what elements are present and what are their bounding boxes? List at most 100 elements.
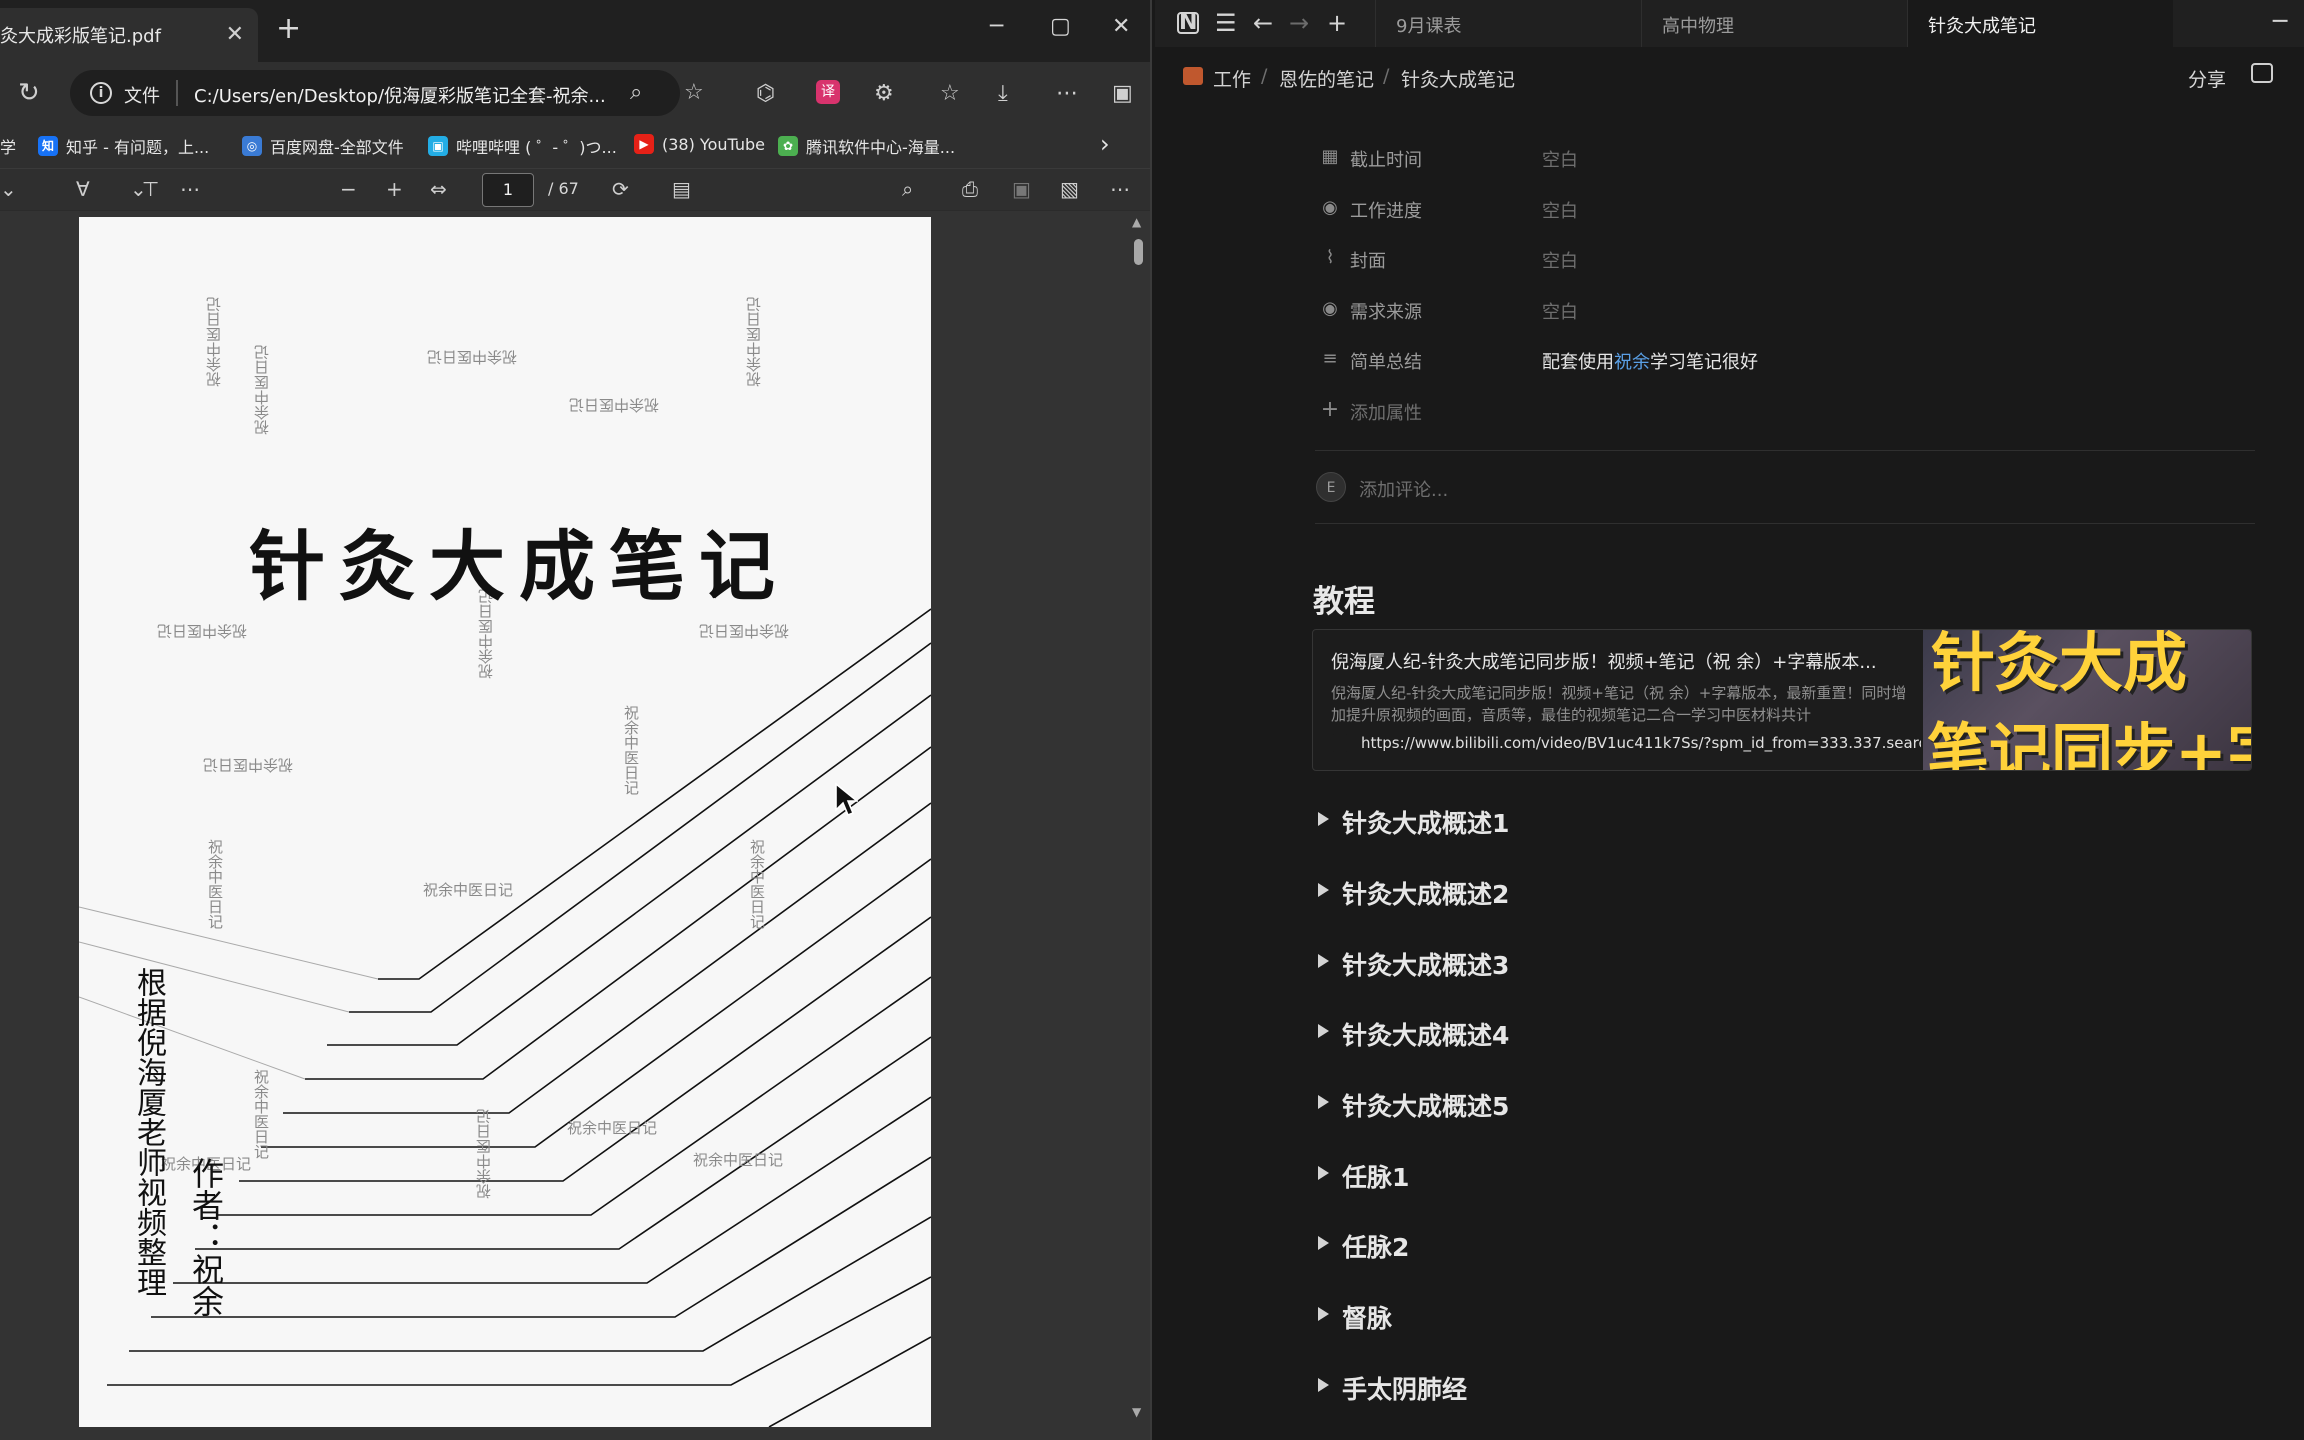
search-icon[interactable]: ⌕ <box>902 177 913 201</box>
breadcrumb-work[interactable]: 工作 <box>1213 65 1251 92</box>
forward-arrow-icon[interactable]: → <box>1289 10 1309 36</box>
toggle-arrow-icon[interactable] <box>1318 883 1329 897</box>
add-comment-input[interactable]: 添加评论... <box>1359 476 1448 502</box>
zoom-in-icon[interactable]: + <box>386 177 403 201</box>
toggle-block[interactable]: 任脉2 <box>1318 1224 2218 1268</box>
zoom-icon[interactable]: ⌕ <box>630 80 642 105</box>
notion-minimize-button[interactable]: ─ <box>2273 8 2287 34</box>
property-value[interactable]: 空白 <box>1542 298 1578 324</box>
pdf-scrollbar[interactable]: ▲ ▼ <box>1130 211 1148 1440</box>
refresh-icon[interactable]: ↻ <box>18 80 40 106</box>
toggle-block[interactable]: 任脉1 <box>1318 1154 2218 1198</box>
property-value[interactable]: 空白 <box>1542 197 1578 223</box>
favorite-item-tencent[interactable]: ✿ 腾讯软件中心-海量... <box>778 134 955 158</box>
property-cover[interactable]: ⌇ 封面 空白 <box>1320 240 2120 280</box>
mouse-cursor-icon <box>835 782 858 817</box>
scroll-up-icon[interactable]: ▲ <box>1132 215 1141 229</box>
close-window-button[interactable]: ✕ <box>1112 14 1130 39</box>
page-number-input[interactable]: 1 <box>482 173 534 207</box>
toggle-label: 针灸大成概述5 <box>1342 1092 1510 1121</box>
property-name: 需求来源 <box>1350 302 1422 323</box>
bookmark-card[interactable]: 倪海厦人纪-针灸大成笔记同步版！视频+笔记（祝 余）+字幕版本... 倪海厦人纪… <box>1312 629 2252 771</box>
toggle-label: 督脉 <box>1342 1304 1393 1333</box>
fit-width-icon[interactable]: ⇔ <box>430 177 447 201</box>
address-url[interactable]: C:/Users/en/Desktop/倪海厦彩版笔记全套-祝余... <box>194 82 604 108</box>
tab-close-icon[interactable]: ✕ <box>226 22 244 47</box>
toggle-block[interactable]: 针灸大成概述5 <box>1318 1083 2218 1127</box>
favorite-item[interactable]: 学 <box>0 134 16 158</box>
comments-icon[interactable] <box>2251 63 2273 83</box>
favorite-item-baidu[interactable]: ◎ 百度网盘-全部文件 <box>242 134 404 158</box>
scroll-down-icon[interactable]: ▼ <box>1132 1405 1141 1419</box>
downloads-icon[interactable]: ⤓ <box>998 82 1008 106</box>
highlight-icon[interactable]: ∀ <box>76 177 90 201</box>
overflow-icon[interactable]: ⋯ <box>180 177 200 201</box>
favorite-item-youtube[interactable]: ▶ (38) YouTube <box>634 134 765 154</box>
settings-more-icon[interactable]: ⋯ <box>1110 177 1130 201</box>
back-arrow-icon[interactable]: ← <box>1253 10 1273 36</box>
share-button[interactable]: 分享 <box>2188 65 2226 92</box>
divider <box>1315 523 2255 524</box>
notion-tab-schedule[interactable]: 9月课表 <box>1375 0 1641 47</box>
toggle-arrow-icon[interactable] <box>1318 1307 1329 1321</box>
property-summary[interactable]: ≡ 简单总结 配套使用祝余学习笔记很好 <box>1320 341 2120 381</box>
favorite-item-zhihu[interactable]: 知知乎 - 有问题，上... <box>38 134 209 158</box>
notion-tab-acupuncture[interactable]: 针灸大成笔记 <box>1907 0 2173 47</box>
minimize-button[interactable]: ─ <box>990 14 1003 39</box>
browser-tab-pdf[interactable]: 灸大成彩版笔记.pdf ✕ <box>0 8 258 62</box>
notion-logo-icon[interactable]: N <box>1177 12 1199 34</box>
property-value[interactable]: 空白 <box>1542 146 1578 172</box>
zoom-out-icon[interactable]: − <box>340 177 357 201</box>
toggle-arrow-icon[interactable] <box>1318 1378 1329 1392</box>
print-icon[interactable]: ⎙ <box>962 177 978 201</box>
menu-icon[interactable]: ☰ <box>1215 10 1237 36</box>
new-page-icon[interactable]: + <box>1327 10 1347 36</box>
sidebar-toggle-icon[interactable]: ▣ <box>1112 82 1133 106</box>
more-menu-icon[interactable]: ⋯ <box>1056 82 1078 106</box>
favorite-item-bilibili[interactable]: ▣ 哔哩哔哩 ( ゜- ゜)つ... <box>428 134 617 158</box>
property-deadline[interactable]: ▦ 截止时间 空白 <box>1320 139 2120 179</box>
breadcrumb-current-page[interactable]: 针灸大成笔记 <box>1401 65 1515 92</box>
star-icon[interactable]: ☆ <box>684 80 704 105</box>
page-view-icon[interactable]: ▤ <box>672 177 691 201</box>
summary-text: 学习笔记很好 <box>1650 352 1758 373</box>
toggle-arrow-icon[interactable] <box>1318 1095 1329 1109</box>
property-progress[interactable]: ◉ 工作进度 空白 <box>1320 190 2120 230</box>
pdf-viewport[interactable]: 祝余中医日记 祝余中医日记 祝余中医日记 祝余中医日记 祝余中医日记 祝余中医日… <box>0 211 1150 1440</box>
toggle-arrow-icon[interactable] <box>1318 954 1329 968</box>
toggle-block[interactable]: 手太阴肺经 <box>1318 1366 2218 1410</box>
favorites-overflow-icon[interactable]: › <box>1100 130 1110 158</box>
maximize-button[interactable]: ▢ <box>1050 14 1071 39</box>
copilot-extension-icon[interactable]: ⌬ <box>756 82 775 106</box>
toggle-arrow-icon[interactable] <box>1318 1236 1329 1250</box>
scroll-thumb[interactable] <box>1134 239 1143 265</box>
notion-tab-physics[interactable]: 高中物理 <box>1641 0 1907 47</box>
watermark: 祝余中医日记 <box>157 622 248 640</box>
toggle-block[interactable]: 针灸大成概述4 <box>1318 1012 2218 1056</box>
address-bar[interactable]: i 文件 C:/Users/en/Desktop/倪海厦彩版笔记全套-祝余...… <box>70 70 704 116</box>
property-value[interactable]: 配套使用祝余学习笔记很好 <box>1542 348 1758 374</box>
property-source[interactable]: ◉ 需求来源 空白 <box>1320 291 2120 331</box>
text-box-icon[interactable]: ⊤ <box>142 177 159 201</box>
toggle-block[interactable]: 针灸大成概述1 <box>1318 800 2218 844</box>
info-icon[interactable]: i <box>90 82 112 104</box>
summary-highlight[interactable]: 祝余 <box>1614 352 1650 373</box>
toggle-block[interactable]: 针灸大成概述2 <box>1318 871 2218 915</box>
property-value[interactable]: 空白 <box>1542 247 1578 273</box>
add-property-button[interactable]: + 添加属性 <box>1320 392 2120 432</box>
breadcrumb-notes[interactable]: 恩佐的笔记 <box>1279 65 1374 92</box>
save-icon[interactable]: ▣ <box>1012 177 1031 201</box>
toggle-block[interactable]: 督脉 <box>1318 1295 2218 1339</box>
chevron-down-icon[interactable]: ⌄ <box>0 177 17 201</box>
toggle-arrow-icon[interactable] <box>1318 1024 1329 1038</box>
new-tab-button[interactable]: + <box>276 14 301 44</box>
translate-extension-icon[interactable]: 译 <box>816 80 840 104</box>
toggle-block[interactable]: 针灸大成概述3 <box>1318 942 2218 986</box>
toggle-arrow-icon[interactable] <box>1318 812 1329 826</box>
save-as-icon[interactable]: ▧ <box>1060 177 1079 201</box>
avatar: E <box>1316 472 1346 502</box>
toggle-arrow-icon[interactable] <box>1318 1166 1329 1180</box>
favorites-icon[interactable]: ☆ <box>940 82 960 106</box>
extensions-icon[interactable]: ⚙ <box>874 82 894 106</box>
rotate-icon[interactable]: ⟳ <box>612 177 629 201</box>
